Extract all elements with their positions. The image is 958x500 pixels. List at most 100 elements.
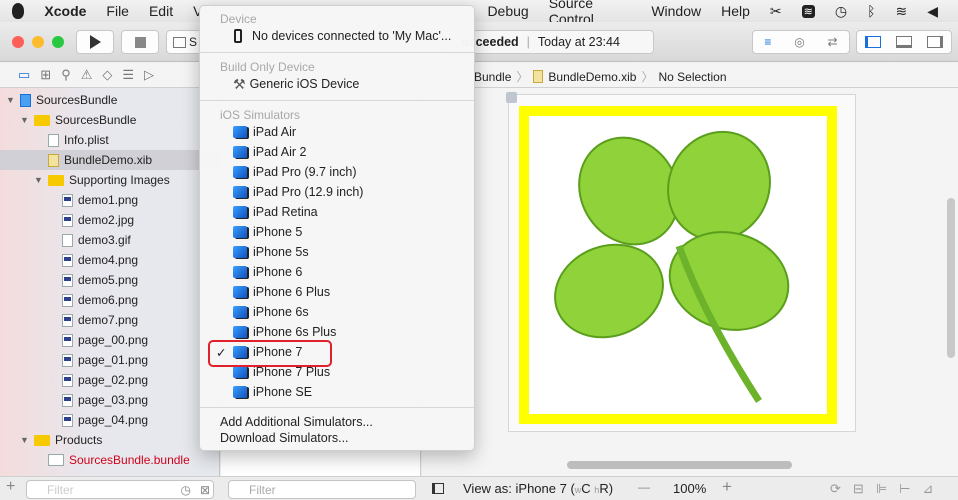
clover-image	[529, 116, 827, 414]
view-container[interactable]	[506, 92, 856, 432]
scheme-label: S	[189, 35, 198, 49]
recent-files-icon[interactable]: ◷	[181, 483, 191, 497]
navigator-row[interactable]: BundleDemo.xib	[0, 150, 220, 170]
simulator-item[interactable]: iPad Air 2	[200, 142, 474, 162]
navigator-row[interactable]: ▼ SourcesBundle	[0, 90, 220, 110]
vertical-scrollbar[interactable]	[947, 198, 955, 358]
test-navigator-icon[interactable]: ◇	[102, 67, 112, 83]
run-button[interactable]	[76, 30, 114, 54]
assistant-editor-icon[interactable]: ◎	[794, 35, 804, 49]
simulator-item[interactable]: iPhone 6 Plus	[200, 282, 474, 302]
wifi-icon[interactable]: ≋	[895, 3, 907, 20]
debug-navigator-icon[interactable]: ☰	[122, 67, 134, 83]
outline-toggle-icon[interactable]	[432, 483, 444, 494]
menu-file[interactable]: File	[106, 3, 129, 19]
simulator-item[interactable]: iPhone 6s Plus	[200, 322, 474, 342]
stop-button[interactable]	[121, 30, 159, 54]
standard-editor-icon[interactable]: ≡	[764, 35, 771, 49]
menu-item-label: iPhone 6s Plus	[253, 325, 337, 339]
version-editor-icon[interactable]: ⇄	[828, 35, 838, 49]
navigator-toggle-icon[interactable]	[864, 36, 881, 48]
issue-navigator-icon[interactable]: ⚠	[81, 67, 93, 83]
debug-area-toggle-icon[interactable]	[895, 36, 912, 48]
disclosure-triangle-icon[interactable]: ▼	[34, 175, 44, 185]
navigator-row[interactable]: demo1.png	[0, 190, 220, 210]
simulator-item[interactable]: iPad Pro (12.9 inch)	[200, 182, 474, 202]
scm-filter-icon[interactable]: ⊠	[200, 483, 210, 497]
menu-debug[interactable]: Debug	[487, 3, 528, 19]
file-icon	[48, 133, 59, 147]
simulator-item[interactable]: iPad Air	[200, 122, 474, 142]
navigator-row[interactable]: page_02.png	[0, 370, 220, 390]
menu-xcode[interactable]: Xcode	[44, 3, 86, 19]
embed-stack-icon[interactable]: ⊟	[853, 481, 864, 497]
update-frames-icon[interactable]: ⟳	[830, 481, 841, 497]
simulator-item[interactable]: iPhone 5s	[200, 242, 474, 262]
outline-filter-input[interactable]: Filter	[228, 480, 416, 499]
generic-ios-device-item[interactable]: ⚒ Generic iOS Device	[200, 74, 474, 94]
apple-icon[interactable]	[12, 3, 25, 19]
resolve-issues-icon[interactable]: ⊿	[922, 481, 933, 497]
row-label: page_00.png	[78, 333, 149, 347]
menu-item-label: iPad Pro (9.7 inch)	[253, 165, 357, 179]
wifi-box-icon[interactable]: ≋	[801, 4, 815, 18]
pin-icon[interactable]: ⊢	[899, 481, 910, 497]
navigator-row[interactable]: demo3.gif	[0, 230, 220, 250]
jump-bar-item[interactable]: No Selection	[658, 70, 726, 84]
breakpoint-navigator-icon[interactable]: ▷	[144, 67, 154, 83]
navigator-row[interactable]: ▼ Supporting Images	[0, 170, 220, 190]
disclosure-triangle-icon[interactable]: ▼	[20, 115, 30, 125]
jump-bar-item[interactable]: Bundle	[474, 70, 511, 84]
navigator-row[interactable]: page_04.png	[0, 410, 220, 430]
simulator-item[interactable]: iPad Pro (9.7 inch)	[200, 162, 474, 182]
minimize-window-button[interactable]	[32, 36, 44, 48]
navigator-row[interactable]: demo4.png	[0, 250, 220, 270]
navigator-row[interactable]: page_00.png	[0, 330, 220, 350]
disclosure-triangle-icon[interactable]: ▼	[6, 95, 16, 105]
horizontal-scrollbar[interactable]	[567, 461, 792, 469]
build-only-header: Build Only Device	[220, 60, 315, 74]
jump-bar-item[interactable]: BundleDemo.xib	[548, 70, 636, 84]
close-scene-icon[interactable]	[506, 92, 517, 103]
simulator-item[interactable]: iPhone 6s	[200, 302, 474, 322]
time-machine-icon[interactable]: ◷	[835, 3, 847, 20]
utilities-toggle-icon[interactable]	[927, 36, 944, 48]
zoom-out-button[interactable]: —	[638, 480, 650, 494]
row-label: demo3.gif	[78, 233, 131, 247]
view-as-button[interactable]: View as: iPhone 7 ( wC h R)	[463, 481, 613, 496]
simulator-item[interactable]: iPhone 6	[200, 262, 474, 282]
navigator-row[interactable]: Info.plist	[0, 130, 220, 150]
navigator-row[interactable]: demo7.png	[0, 310, 220, 330]
menu-help[interactable]: Help	[721, 3, 750, 19]
navigator-row[interactable]: page_01.png	[0, 350, 220, 370]
close-window-button[interactable]	[12, 36, 24, 48]
navigator-row[interactable]: demo2.jpg	[0, 210, 220, 230]
bluetooth-icon[interactable]: ᛒ	[867, 3, 875, 19]
row-label: Info.plist	[64, 133, 109, 147]
volume-icon[interactable]: ◀	[927, 3, 938, 20]
download-simulators-item[interactable]: Download Simulators...	[200, 428, 474, 448]
navigator-row[interactable]: demo6.png	[0, 290, 220, 310]
symbol-navigator-icon[interactable]: ⊞	[40, 67, 51, 83]
navigator-row[interactable]: page_03.png	[0, 390, 220, 410]
navigator-filter-input[interactable]: Filter ◷ ⊠	[26, 480, 214, 499]
disclosure-triangle-icon[interactable]: ▼	[20, 435, 30, 445]
navigator-row[interactable]: demo5.png	[0, 270, 220, 290]
no-devices-item[interactable]: No devices connected to 'My Mac'...	[200, 26, 474, 46]
menu-window[interactable]: Window	[651, 3, 701, 19]
menu-edit[interactable]: Edit	[149, 3, 173, 19]
navigator-row[interactable]: SourcesBundle.bundle	[0, 450, 220, 470]
simulator-item[interactable]: iPad Retina	[200, 202, 474, 222]
navigator-row[interactable]: ▼ SourcesBundle	[0, 110, 220, 130]
align-icon[interactable]: ⊫	[876, 481, 887, 497]
find-navigator-icon[interactable]: ⚲	[61, 67, 71, 83]
navigator-row[interactable]: ▼ Products	[0, 430, 220, 450]
image-view[interactable]	[519, 106, 837, 424]
project-navigator-icon[interactable]: ▭	[18, 67, 30, 83]
zoom-in-button[interactable]: +	[722, 477, 732, 497]
simulator-item[interactable]: iPhone 5	[200, 222, 474, 242]
add-icon[interactable]: +	[6, 478, 15, 496]
zoom-window-button[interactable]	[52, 36, 64, 48]
simulator-item[interactable]: iPhone SE	[200, 382, 474, 402]
scissors-icon[interactable]: ✂	[770, 3, 782, 20]
